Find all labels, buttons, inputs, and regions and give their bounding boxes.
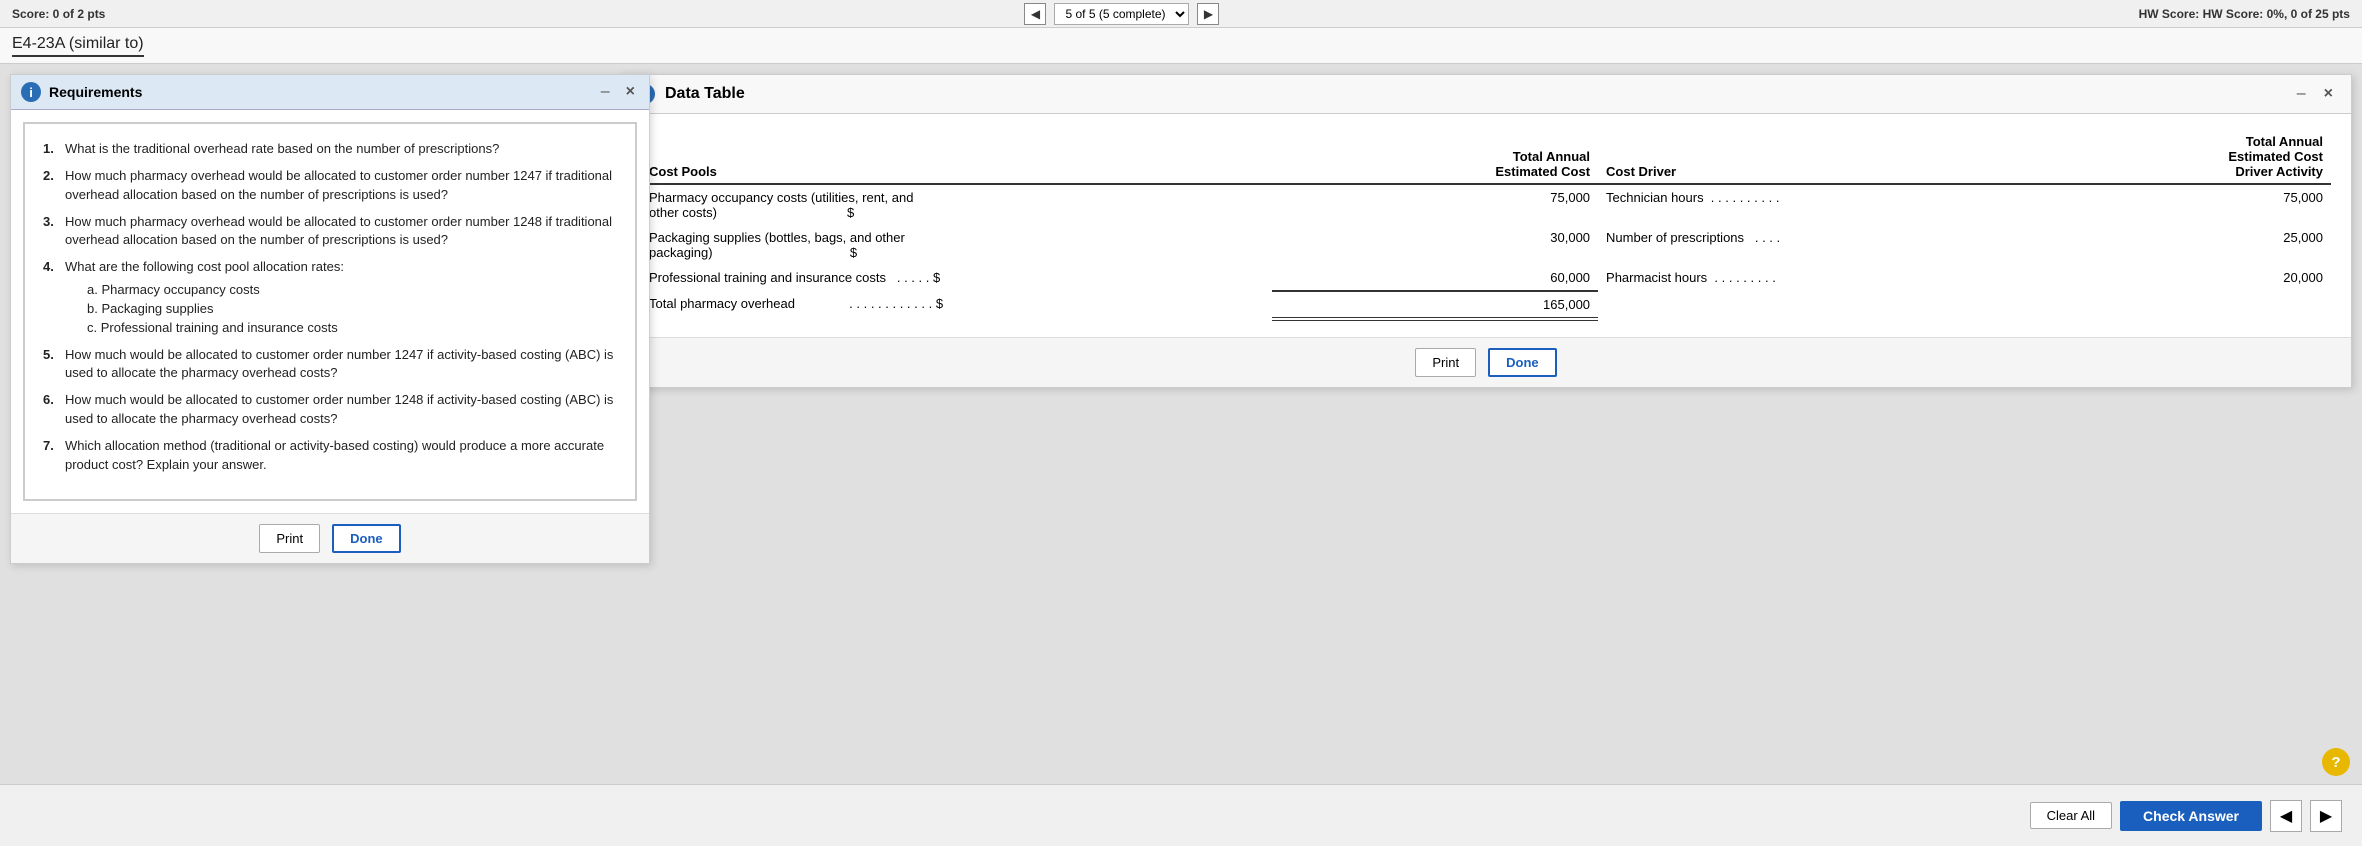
- bottom-right: Clear All Check Answer ◀ ▶: [2030, 800, 2342, 832]
- col-driver-activity: Total AnnualEstimated CostDriver Activit…: [2046, 130, 2331, 184]
- list-item: 3. How much pharmacy overhead would be a…: [43, 213, 617, 251]
- row1-driver-amount: 75,000: [2046, 184, 2331, 225]
- clear-all-btn[interactable]: Clear All: [2030, 802, 2112, 829]
- row3-description: Professional training and insurance cost…: [641, 265, 1272, 291]
- col-cost-pools: Cost Pools: [641, 130, 1272, 184]
- prev-question-btn[interactable]: ◀: [1024, 3, 1046, 25]
- row1-cost-driver: Technician hours . . . . . . . . . .: [1598, 184, 2046, 225]
- top-bar-left: Score: 0 of 2 pts: [12, 7, 105, 21]
- row2-cost-driver: Number of prescriptions . . . .: [1598, 225, 2046, 265]
- help-button[interactable]: ?: [2322, 748, 2350, 776]
- data-table-panel: i Data Table – × Cost Pools Total Annual…: [620, 74, 2352, 388]
- requirements-content: 1. What is the traditional overhead rate…: [23, 122, 637, 501]
- row1-description: Pharmacy occupancy costs (utilities, ren…: [641, 184, 1272, 225]
- data-table-done-btn[interactable]: Done: [1488, 348, 1557, 377]
- req-info-icon: i: [21, 82, 41, 102]
- list-item: 2. How much pharmacy overhead would be a…: [43, 167, 617, 205]
- requirements-print-btn[interactable]: Print: [259, 524, 320, 553]
- row3-cost-driver: Pharmacist hours . . . . . . . . .: [1598, 265, 2046, 291]
- row2-driver-amount: 25,000: [2046, 225, 2331, 265]
- data-table: Cost Pools Total AnnualEstimated Cost Co…: [641, 130, 2331, 321]
- row2-amount: 30,000: [1272, 225, 1598, 265]
- row2-description: Packaging supplies (bottles, bags, and o…: [641, 225, 1272, 265]
- row4-driver-amount: [2046, 291, 2331, 319]
- top-bar-right: HW Score: HW Score: 0%, 0 of 25 pts: [2139, 7, 2350, 21]
- data-table-panel-footer: Print Done: [621, 337, 2351, 387]
- row4-amount: 165,000: [1272, 291, 1598, 319]
- row3-amount: 60,000: [1272, 265, 1598, 291]
- list-item: 5. How much would be allocated to custom…: [43, 346, 617, 384]
- check-answer-btn[interactable]: Check Answer: [2120, 801, 2262, 831]
- req-sub-a: a. Pharmacy occupancy costs: [87, 281, 344, 300]
- table-row: Packaging supplies (bottles, bags, and o…: [641, 225, 2331, 265]
- requirements-panel-footer: Print Done: [11, 513, 649, 563]
- data-table-title: Data Table: [665, 85, 745, 103]
- table-container: Cost Pools Total AnnualEstimated Cost Co…: [621, 114, 2351, 337]
- requirements-done-btn[interactable]: Done: [332, 524, 401, 553]
- table-header-row: Cost Pools Total AnnualEstimated Cost Co…: [641, 130, 2331, 184]
- requirements-panel: i Requirements – × 1. What is the tradit…: [10, 74, 650, 564]
- table-row: Professional training and insurance cost…: [641, 265, 2331, 291]
- list-item: 1. What is the traditional overhead rate…: [43, 140, 617, 159]
- top-bar: Score: 0 of 2 pts ◀ 5 of 5 (5 complete) …: [0, 0, 2362, 28]
- bottom-bar: Clear All Check Answer ◀ ▶: [0, 784, 2362, 846]
- question-selector[interactable]: 5 of 5 (5 complete): [1054, 3, 1189, 25]
- table-row: Total pharmacy overhead . . . . . . . . …: [641, 291, 2331, 319]
- score-left: Score: 0 of 2 pts: [12, 7, 105, 21]
- nav-bar: E4-23A (similar to): [0, 28, 2362, 64]
- data-table-close-btn[interactable]: ×: [2320, 83, 2337, 105]
- req-sub-b: b. Packaging supplies: [87, 300, 344, 319]
- bottom-next-btn[interactable]: ▶: [2310, 800, 2342, 832]
- bottom-prev-btn[interactable]: ◀: [2270, 800, 2302, 832]
- list-item: 6. How much would be allocated to custom…: [43, 391, 617, 429]
- requirements-close-btn[interactable]: ×: [622, 81, 639, 103]
- list-item: 4. What are the following cost pool allo…: [43, 258, 617, 337]
- list-item: 7. Which allocation method (traditional …: [43, 437, 617, 475]
- requirements-panel-header: i Requirements – ×: [11, 75, 649, 110]
- row4-cost-driver: [1598, 291, 2046, 319]
- hw-score-label: HW Score: HW Score: 0%, 0 of 25 pts: [2139, 7, 2350, 21]
- col-cost-driver: Cost Driver: [1598, 130, 2046, 184]
- req-sub-c: c. Professional training and insurance c…: [87, 319, 344, 338]
- table-row: Pharmacy occupancy costs (utilities, ren…: [641, 184, 2331, 225]
- row3-driver-amount: 20,000: [2046, 265, 2331, 291]
- requirements-list: 1. What is the traditional overhead rate…: [43, 140, 617, 475]
- question-nav[interactable]: ◀ 5 of 5 (5 complete) ▶: [1024, 3, 1219, 25]
- row1-amount: 75,000: [1272, 184, 1598, 225]
- data-table-print-btn[interactable]: Print: [1415, 348, 1476, 377]
- main-area: i Requirements – × 1. What is the tradit…: [0, 64, 2362, 846]
- data-table-header: i Data Table – ×: [621, 75, 2351, 114]
- tab-label[interactable]: E4-23A (similar to): [12, 35, 144, 57]
- requirements-title: Requirements: [49, 84, 142, 100]
- requirements-minimize-btn[interactable]: –: [597, 82, 614, 102]
- col-total-annual-cost: Total AnnualEstimated Cost: [1272, 130, 1598, 184]
- next-question-btn[interactable]: ▶: [1197, 3, 1219, 25]
- data-table-minimize-btn[interactable]: –: [2293, 84, 2310, 104]
- row4-description: Total pharmacy overhead . . . . . . . . …: [641, 291, 1272, 319]
